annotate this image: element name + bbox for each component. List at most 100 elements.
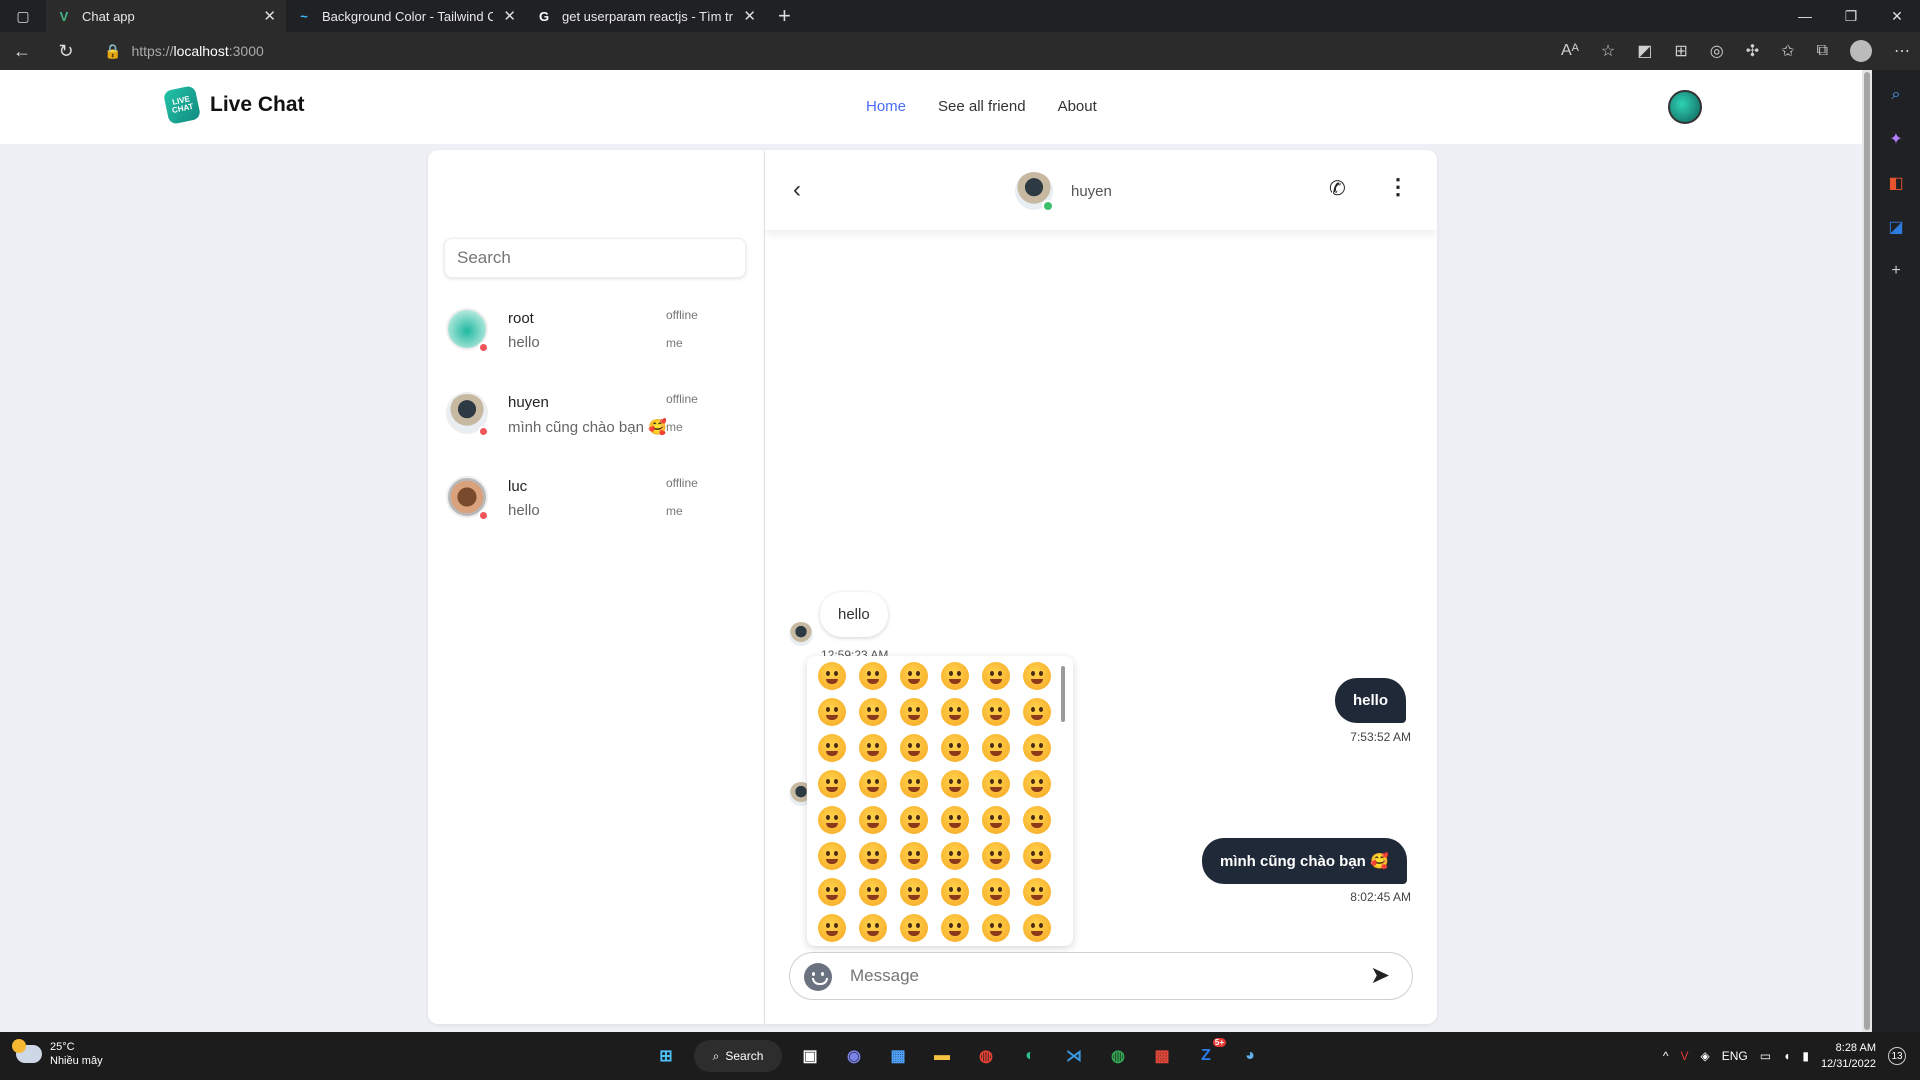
emoji-option[interactable]: [852, 730, 893, 766]
extensions-icon[interactable]: ✣: [1746, 41, 1759, 61]
emoji-option[interactable]: [811, 874, 852, 910]
emoji-scrollbar[interactable]: [1061, 666, 1065, 722]
edge-icon[interactable]: ◐: [1014, 1040, 1046, 1072]
tray-app-icon[interactable]: ◈: [1700, 1049, 1709, 1063]
language-indicator[interactable]: ENG: [1722, 1049, 1748, 1063]
compass-icon[interactable]: ◎: [1710, 41, 1724, 61]
nav-see-all-friend[interactable]: See all friend: [938, 98, 1026, 115]
emoji-option[interactable]: [893, 802, 934, 838]
emoji-option[interactable]: [811, 802, 852, 838]
new-tab-button[interactable]: +: [766, 3, 803, 29]
chevron-left-icon[interactable]: ‹: [793, 176, 801, 204]
scrollbar-thumb[interactable]: [1864, 72, 1870, 1030]
emoji-option[interactable]: [975, 658, 1016, 694]
add-icon[interactable]: +: [1885, 260, 1907, 282]
refresh-icon[interactable]: ↻: [44, 32, 88, 70]
emoji-option[interactable]: [852, 658, 893, 694]
extension-icon[interactable]: ◩: [1637, 41, 1652, 61]
emoji-option[interactable]: [893, 910, 934, 946]
close-window-icon[interactable]: ✕: [1874, 0, 1920, 32]
teams-icon[interactable]: ◉: [838, 1040, 870, 1072]
minimize-icon[interactable]: —: [1782, 0, 1828, 32]
close-tab-icon[interactable]: ✕: [503, 7, 516, 25]
collections-icon[interactable]: ⧉: [1817, 42, 1828, 60]
vivaldi-icon[interactable]: V: [1680, 1049, 1688, 1063]
settings-more-icon[interactable]: ⋯: [1894, 41, 1910, 61]
close-tab-icon[interactable]: ✕: [263, 7, 276, 25]
chevron-up-icon[interactable]: ^: [1663, 1049, 1669, 1063]
emoji-option[interactable]: [1016, 802, 1057, 838]
emoji-option[interactable]: [893, 730, 934, 766]
task-view-icon[interactable]: ▣: [794, 1040, 826, 1072]
zalo-icon[interactable]: Z 5+: [1190, 1038, 1226, 1072]
emoji-option[interactable]: [852, 910, 893, 946]
nav-about[interactable]: About: [1058, 98, 1097, 115]
close-tab-icon[interactable]: ✕: [743, 7, 756, 25]
emoji-option[interactable]: [975, 838, 1016, 874]
emoji-option[interactable]: [934, 910, 975, 946]
emoji-option[interactable]: [1016, 766, 1057, 802]
emoji-option[interactable]: [1016, 874, 1057, 910]
back-icon[interactable]: ←: [0, 32, 44, 70]
user-avatar[interactable]: [1668, 90, 1702, 124]
emoji-option[interactable]: [1016, 730, 1057, 766]
tab-google[interactable]: G get userparam reactjs - Tìm trên ✕: [526, 0, 766, 32]
windows-start-icon[interactable]: ⊞: [650, 1040, 682, 1072]
emoji-option[interactable]: [934, 766, 975, 802]
tab-actions-icon[interactable]: ▢: [0, 0, 46, 32]
search-input[interactable]: [444, 238, 746, 278]
emoji-option[interactable]: [811, 910, 852, 946]
taskbar-search[interactable]: ⌕ Search: [694, 1040, 782, 1072]
emoji-option[interactable]: [811, 730, 852, 766]
emoji-option[interactable]: [852, 874, 893, 910]
search-icon[interactable]: ⌕: [1885, 84, 1907, 106]
volume-icon[interactable]: ◖: [1783, 1049, 1790, 1063]
read-aloud-icon[interactable]: Aᴬ: [1561, 42, 1579, 60]
folder-icon[interactable]: ▬: [926, 1040, 958, 1072]
send-icon[interactable]: ➤: [1370, 961, 1390, 990]
emoji-option[interactable]: [893, 838, 934, 874]
emoji-option[interactable]: [934, 874, 975, 910]
more-vertical-icon[interactable]: ⋮: [1387, 174, 1409, 200]
emoji-option[interactable]: [1016, 910, 1057, 946]
emoji-option[interactable]: [893, 766, 934, 802]
phone-icon[interactable]: ✆: [1329, 176, 1346, 201]
emoji-option[interactable]: [1016, 658, 1057, 694]
chrome-profile-icon[interactable]: ◍: [1102, 1040, 1134, 1072]
emoji-option[interactable]: [852, 766, 893, 802]
tab-chat-app[interactable]: V Chat app ✕: [46, 0, 286, 32]
contact-item-luc[interactable]: luc hello offline me: [444, 470, 744, 530]
weather-widget[interactable]: 25°C Nhiều mây: [12, 1039, 103, 1068]
battery-icon[interactable]: ▮: [1802, 1049, 1809, 1063]
restore-icon[interactable]: ❐: [1828, 0, 1874, 32]
tab-tailwind[interactable]: ~ Background Color - Tailwind CSS ✕: [286, 0, 526, 32]
profile-avatar[interactable]: [1850, 40, 1872, 62]
logo[interactable]: LIVE CHAT Live Chat: [162, 85, 305, 125]
translate-icon[interactable]: ⊞: [1674, 41, 1687, 61]
url-field[interactable]: 🔒 https://localhost:3000: [104, 36, 1544, 66]
emoji-option[interactable]: [934, 694, 975, 730]
network-icon[interactable]: ▭: [1760, 1049, 1771, 1063]
copilot-icon[interactable]: ✦: [1885, 128, 1907, 150]
emoji-option[interactable]: [893, 658, 934, 694]
outlook-icon[interactable]: ◪: [1885, 216, 1907, 238]
globe-icon[interactable]: ◕: [1234, 1040, 1266, 1072]
emoji-option[interactable]: [975, 766, 1016, 802]
emoji-option[interactable]: [975, 874, 1016, 910]
emoji-option[interactable]: [975, 730, 1016, 766]
app-grid-icon[interactable]: ▩: [1146, 1040, 1178, 1072]
emoji-option[interactable]: [975, 694, 1016, 730]
chrome-icon[interactable]: ◍: [970, 1040, 1002, 1072]
emoji-option[interactable]: [1016, 838, 1057, 874]
emoji-option[interactable]: [934, 802, 975, 838]
notification-count[interactable]: 13: [1888, 1047, 1906, 1065]
emoji-option[interactable]: [1016, 694, 1057, 730]
emoji-option[interactable]: [934, 658, 975, 694]
add-favorite-icon[interactable]: ☆: [1601, 41, 1615, 61]
store-icon[interactable]: ▦: [882, 1040, 914, 1072]
emoji-picker-icon[interactable]: [804, 963, 832, 991]
vscode-icon[interactable]: ⋊: [1058, 1040, 1090, 1072]
office-icon[interactable]: ◧: [1885, 172, 1907, 194]
contact-item-huyen[interactable]: huyen mình cũng chào bạn 🥰 offline me: [444, 386, 744, 446]
favorites-icon[interactable]: ✩: [1781, 41, 1794, 61]
